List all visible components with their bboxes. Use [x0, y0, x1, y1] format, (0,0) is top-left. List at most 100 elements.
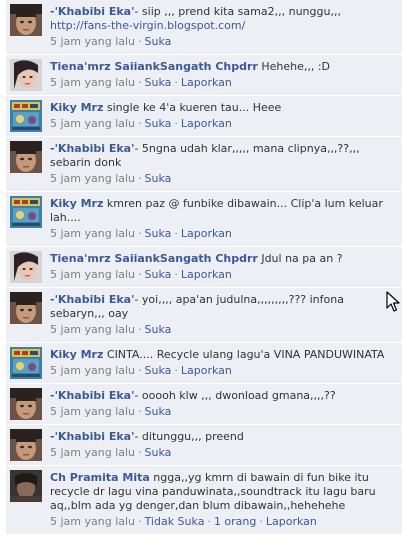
comment-item: Kiky Mrz kmren paz @ funbike dibawain...…	[6, 192, 402, 247]
comment-text: Tiena'mrz SaiiankSangath Chpdrr Jdul na …	[50, 252, 394, 266]
action-laporkan[interactable]: Laporkan	[266, 515, 317, 528]
timestamp: 5 jam yang lalu	[50, 323, 136, 336]
comment-item: -'Khabibi Eka'- ooooh klw ,,, dwonload g…	[6, 384, 402, 425]
separator-dot: ·	[138, 405, 142, 418]
avatar[interactable]	[10, 292, 42, 324]
action-laporkan[interactable]: Laporkan	[181, 268, 232, 281]
comment-body: single ke 4'a kueren tau... Heee	[103, 101, 282, 114]
mouse-pointer-icon	[386, 291, 400, 312]
comment-meta: 5 jam yang lalu · Tidak Suka · 1 orang · Lapor…	[50, 515, 394, 529]
author-link[interactable]: -'Khabibi Eka'	[50, 430, 134, 443]
separator-dot: ·	[138, 35, 142, 48]
timestamp: 5 jam yang lalu	[50, 117, 136, 130]
author-link[interactable]: Kiky Mrz	[50, 101, 103, 114]
author-link[interactable]: Ch Pramita Mita	[50, 471, 150, 484]
comment-meta: 5 jam yang lalu · Suka	[50, 172, 394, 186]
action-suka[interactable]: Suka	[145, 117, 172, 130]
action-suka[interactable]: Suka	[145, 446, 172, 459]
separator-dot: ·	[174, 227, 178, 240]
separator-dot: ·	[138, 76, 142, 89]
comment-meta: 5 jam yang lalu · Suka	[50, 405, 394, 419]
separator-dot: ·	[174, 268, 178, 281]
comment-body: - ooooh klw ,,, dwonload gmana,,,,??	[134, 389, 336, 402]
separator-dot: ·	[174, 364, 178, 377]
action-1-orang[interactable]: 1 orang	[214, 515, 256, 528]
comment-meta: 5 jam yang lalu · Suka	[50, 35, 394, 49]
avatar[interactable]	[10, 100, 42, 132]
avatar[interactable]	[10, 59, 42, 91]
comment-item: -'Khabibi Eka'- ditunggu,,, preend 5 jam …	[6, 425, 402, 466]
comment-text: -'Khabibi Eka'- siip ,,, prend kita sama…	[50, 5, 394, 33]
author-link[interactable]: Kiky Mrz	[50, 197, 103, 210]
separator-dot: ·	[174, 117, 178, 130]
author-link[interactable]: -'Khabibi Eka'	[50, 293, 134, 306]
action-suka[interactable]: Suka	[145, 323, 172, 336]
avatar[interactable]	[10, 251, 42, 283]
external-link[interactable]: http://fans-the-virgin.blogspot.com/	[50, 19, 245, 32]
action-suka[interactable]: Suka	[145, 227, 172, 240]
action-suka[interactable]: Suka	[145, 172, 172, 185]
action-suka[interactable]: Suka	[145, 76, 172, 89]
comment-text: -'Khabibi Eka'- ooooh klw ,,, dwonload g…	[50, 389, 394, 403]
avatar[interactable]	[10, 429, 42, 461]
comment-text: Tiena'mrz SaiiankSangath Chpdrr Hehehe,,…	[50, 60, 394, 74]
avatar[interactable]	[10, 347, 42, 379]
separator-dot: ·	[174, 76, 178, 89]
comment-item: -'Khabibi Eka'- 5ngna udah klar,,,,, man…	[6, 137, 402, 192]
action-suka[interactable]: Suka	[145, 268, 172, 281]
comment-body: Jdul na pa an ?	[257, 252, 343, 265]
action-laporkan[interactable]: Laporkan	[181, 364, 232, 377]
action-tidak-suka[interactable]: Tidak Suka	[145, 515, 205, 528]
comment-feed: -'Khabibi Eka'- siip ,,, prend kita sama…	[6, 0, 402, 535]
comment-text: -'Khabibi Eka'- 5ngna udah klar,,,,, man…	[50, 142, 394, 170]
separator-dot: ·	[138, 323, 142, 336]
comment-meta: 5 jam yang lalu · Suka · Laporkan	[50, 364, 394, 378]
comment-body: - ditunggu,,, preend	[134, 430, 244, 443]
timestamp: 5 jam yang lalu	[50, 76, 136, 89]
action-laporkan[interactable]: Laporkan	[181, 76, 232, 89]
action-laporkan[interactable]: Laporkan	[181, 227, 232, 240]
comment-meta: 5 jam yang lalu · Suka	[50, 323, 394, 337]
timestamp: 5 jam yang lalu	[50, 364, 136, 377]
avatar[interactable]	[10, 196, 42, 228]
comment-item: Ch Pramita Mita ngga,,yg kmrn di bawain …	[6, 466, 402, 535]
action-suka[interactable]: Suka	[145, 364, 172, 377]
author-link[interactable]: -'Khabibi Eka'	[50, 142, 134, 155]
comment-text: -'Khabibi Eka'- ditunggu,,, preend	[50, 430, 394, 444]
comment-meta: 5 jam yang lalu · Suka	[50, 446, 394, 460]
author-link[interactable]: Tiena'mrz SaiiankSangath Chpdrr	[50, 252, 258, 265]
avatar[interactable]	[10, 4, 42, 36]
separator-dot: ·	[138, 172, 142, 185]
comment-text: Kiky Mrz single ke 4'a kueren tau... Hee…	[50, 101, 394, 115]
comment-body: Hehehe,,, :D	[257, 60, 331, 73]
action-suka[interactable]: Suka	[145, 405, 172, 418]
separator-dot: ·	[138, 364, 142, 377]
comment-item: -'Khabibi Eka'- siip ,,, prend kita sama…	[6, 0, 402, 55]
timestamp: 5 jam yang lalu	[50, 35, 136, 48]
comment-text: Ch Pramita Mita ngga,,yg kmrn di bawain …	[50, 471, 394, 513]
timestamp: 5 jam yang lalu	[50, 268, 136, 281]
avatar[interactable]	[10, 141, 42, 173]
comment-item: Kiky Mrz single ke 4'a kueren tau... Hee…	[6, 96, 402, 137]
comment-item: Kiky Mrz CINTA.... Recycle ulang lagu'a …	[6, 343, 402, 384]
comment-meta: 5 jam yang lalu · Suka · Laporkan	[50, 268, 394, 282]
timestamp: 5 jam yang lalu	[50, 405, 136, 418]
timestamp: 5 jam yang lalu	[50, 172, 136, 185]
comment-item: -'Khabibi Eka'- yoi,,,, apa'an judulna,,…	[6, 288, 402, 343]
action-suka[interactable]: Suka	[145, 35, 172, 48]
author-link[interactable]: -'Khabibi Eka'	[50, 5, 134, 18]
separator-dot: ·	[138, 268, 142, 281]
comment-meta: 5 jam yang lalu · Suka · Laporkan	[50, 117, 394, 131]
avatar[interactable]	[10, 470, 42, 502]
timestamp: 5 jam yang lalu	[50, 227, 136, 240]
comment-body: CINTA.... Recycle ulang lagu'a VINA PAND…	[103, 348, 385, 361]
author-link[interactable]: Kiky Mrz	[50, 348, 103, 361]
comment-meta: 5 jam yang lalu · Suka · Laporkan	[50, 227, 394, 241]
action-laporkan[interactable]: Laporkan	[181, 117, 232, 130]
avatar[interactable]	[10, 388, 42, 420]
author-link[interactable]: -'Khabibi Eka'	[50, 389, 134, 402]
author-link[interactable]: Tiena'mrz SaiiankSangath Chpdrr	[50, 60, 258, 73]
timestamp: 5 jam yang lalu	[50, 515, 136, 528]
separator-dot: ·	[138, 117, 142, 130]
separator-dot: ·	[138, 515, 142, 528]
